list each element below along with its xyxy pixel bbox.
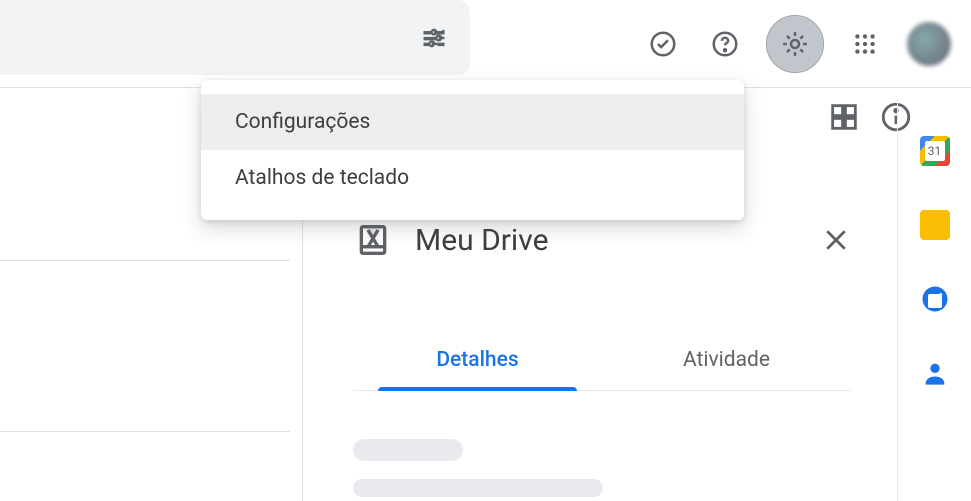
loading-placeholder	[353, 439, 851, 497]
app-header	[0, 0, 971, 88]
account-avatar[interactable]	[907, 22, 951, 66]
panel-tabs: Detalhes Atividade	[353, 330, 851, 391]
menu-item-shortcuts[interactable]: Atalhos de teclado	[201, 150, 744, 206]
companion-side-panel	[897, 100, 971, 501]
ready-offline-icon[interactable]	[643, 24, 683, 64]
close-icon[interactable]	[821, 225, 851, 255]
search-bar[interactable]	[0, 0, 470, 75]
settings-icon[interactable]	[767, 16, 823, 72]
contacts-app-icon[interactable]	[920, 358, 950, 388]
menu-item-settings[interactable]: Configurações	[201, 94, 744, 150]
details-panel: Meu Drive Detalhes Atividade	[302, 180, 881, 501]
keep-app-icon[interactable]	[920, 210, 950, 240]
settings-menu: Configurações Atalhos de teclado	[201, 80, 744, 220]
left-list-placeholder	[0, 260, 290, 432]
tab-activity[interactable]: Atividade	[602, 330, 851, 390]
tab-details[interactable]: Detalhes	[353, 330, 602, 390]
calendar-app-icon[interactable]	[920, 136, 950, 166]
drive-icon	[353, 220, 393, 260]
panel-title: Meu Drive	[415, 223, 799, 258]
search-options-icon[interactable]	[420, 24, 448, 52]
help-icon[interactable]	[705, 24, 745, 64]
grid-view-icon[interactable]	[827, 100, 861, 134]
google-apps-icon[interactable]	[845, 24, 885, 64]
header-actions	[643, 0, 971, 88]
